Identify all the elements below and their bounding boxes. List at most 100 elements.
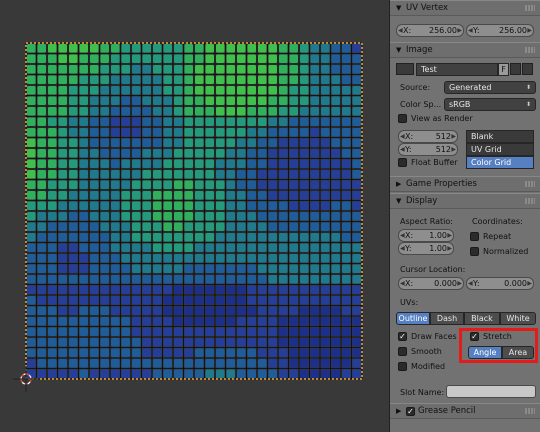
- uv-face: [258, 65, 267, 74]
- uv-vertex-header[interactable]: ▼ UV Vertex: [390, 0, 540, 16]
- uv-face: [310, 54, 319, 63]
- uv-face: [279, 201, 288, 210]
- drag-grip-icon[interactable]: [525, 198, 535, 204]
- uv-face: [279, 296, 288, 305]
- slot-name-field[interactable]: [446, 385, 536, 398]
- gen-type-uv-grid[interactable]: UV Grid: [466, 143, 534, 156]
- decrement-arrow-icon[interactable]: ◀: [400, 131, 405, 142]
- grease-pencil-checkbox[interactable]: ✓: [406, 407, 415, 416]
- decrement-arrow-icon[interactable]: ◀: [398, 25, 403, 36]
- modified-checkbox[interactable]: [398, 362, 407, 371]
- uv-face: [205, 348, 214, 357]
- uv-face: [90, 107, 99, 116]
- uv-face: [27, 233, 36, 242]
- display-header[interactable]: ▼ Display: [390, 193, 540, 209]
- uv-face: [352, 117, 361, 126]
- image-browse-icon[interactable]: [396, 63, 414, 75]
- uv-face: [79, 254, 88, 263]
- uv-face: [331, 254, 340, 263]
- uv-mode-outline[interactable]: Outline: [396, 312, 430, 325]
- gen-type-color-grid[interactable]: Color Grid: [466, 156, 534, 169]
- increment-arrow-icon[interactable]: ▶: [457, 278, 462, 289]
- normalized-checkbox[interactable]: [470, 247, 479, 256]
- unlink-image-icon[interactable]: [522, 63, 533, 75]
- increment-arrow-icon[interactable]: ▶: [447, 230, 452, 241]
- aspect-x-field[interactable]: ◀ X: 1.00 ▶: [398, 229, 454, 242]
- uv-face: [79, 317, 88, 326]
- decrement-arrow-icon[interactable]: ◀: [400, 144, 405, 155]
- increment-arrow-icon[interactable]: ▶: [527, 278, 532, 289]
- uv-face: [27, 159, 36, 168]
- uv-face: [153, 138, 162, 147]
- colorspace-dropdown[interactable]: sRGB ⬍: [444, 98, 536, 111]
- uv-face: [331, 180, 340, 189]
- uv-editor-viewport[interactable]: [0, 0, 389, 432]
- uv-mode-white[interactable]: White: [500, 312, 536, 325]
- decrement-arrow-icon[interactable]: ◀: [400, 278, 405, 289]
- decrement-arrow-icon[interactable]: ◀: [468, 25, 473, 36]
- 2d-cursor-icon[interactable]: [13, 366, 39, 392]
- increment-arrow-icon[interactable]: ▶: [451, 144, 456, 155]
- uv-face: [268, 264, 277, 273]
- uv-face: [58, 149, 67, 158]
- drag-grip-icon[interactable]: [525, 5, 535, 11]
- increment-arrow-icon[interactable]: ▶: [457, 25, 462, 36]
- collapse-triangle-icon: ▼: [396, 4, 402, 12]
- uv-mode-black[interactable]: Black: [464, 312, 500, 325]
- cursor-x-field[interactable]: ◀ X: 0.000 ▶: [398, 277, 464, 290]
- new-image-icon[interactable]: [510, 63, 521, 75]
- game-properties-header[interactable]: ▶ Game Properties: [390, 176, 540, 192]
- uv-face: [90, 191, 99, 200]
- aspect-y-field[interactable]: ◀ Y: 1.00 ▶: [398, 242, 454, 255]
- source-dropdown[interactable]: Generated ⬍: [444, 81, 536, 94]
- uv-face: [279, 96, 288, 105]
- repeat-checkbox[interactable]: [470, 232, 479, 241]
- uv-face: [163, 222, 172, 231]
- uv-mesh-canvas[interactable]: [0, 0, 389, 432]
- grease-pencil-header[interactable]: ▶ ✓ Grease Pencil: [390, 403, 540, 419]
- uv-face: [216, 96, 225, 105]
- uv-vertex-y-field[interactable]: ◀ Y: 256.00 ▶: [466, 24, 534, 37]
- source-label: Source:: [400, 83, 431, 92]
- uv-face: [111, 180, 120, 189]
- uv-face: [279, 306, 288, 315]
- image-width-field[interactable]: ◀ X: 512 ▶: [398, 130, 458, 143]
- drag-grip-icon[interactable]: [525, 181, 535, 187]
- draw-faces-checkbox[interactable]: ✓: [398, 332, 407, 341]
- drag-grip-icon[interactable]: [525, 47, 535, 53]
- drag-grip-icon[interactable]: [525, 408, 535, 414]
- increment-arrow-icon[interactable]: ▶: [447, 243, 452, 254]
- uv-face: [279, 107, 288, 116]
- image-header[interactable]: ▼ Image: [390, 42, 540, 58]
- cursor-y-field[interactable]: ◀ Y: 0.000 ▶: [466, 277, 534, 290]
- uv-vertex-x-field[interactable]: ◀ X: 256.00 ▶: [396, 24, 464, 37]
- increment-arrow-icon[interactable]: ▶: [451, 131, 456, 142]
- uv-face: [321, 44, 330, 53]
- uv-face: [90, 296, 99, 305]
- uv-face: [216, 191, 225, 200]
- image-name-field[interactable]: Test: [416, 63, 498, 76]
- float-buffer-checkbox[interactable]: [398, 158, 407, 167]
- uv-face: [342, 275, 351, 284]
- decrement-arrow-icon[interactable]: ◀: [400, 230, 405, 241]
- view-as-render-checkbox[interactable]: [398, 114, 407, 123]
- decrement-arrow-icon[interactable]: ◀: [468, 278, 473, 289]
- smooth-checkbox[interactable]: [398, 347, 407, 356]
- uv-face: [153, 254, 162, 263]
- uv-face: [237, 275, 246, 284]
- uv-face: [111, 117, 120, 126]
- uv-face: [205, 170, 214, 179]
- uv-face: [153, 359, 162, 368]
- increment-arrow-icon[interactable]: ▶: [527, 25, 532, 36]
- uv-face: [205, 254, 214, 263]
- decrement-arrow-icon[interactable]: ◀: [400, 243, 405, 254]
- gen-type-blank[interactable]: Blank: [466, 130, 534, 143]
- uv-face: [79, 338, 88, 347]
- image-height-field[interactable]: ◀ Y: 512 ▶: [398, 143, 458, 156]
- uv-face: [300, 96, 309, 105]
- uv-face: [321, 212, 330, 221]
- uv-face: [279, 285, 288, 294]
- uv-mode-dash[interactable]: Dash: [430, 312, 464, 325]
- uv-face: [279, 338, 288, 347]
- fake-user-button[interactable]: F: [498, 63, 509, 76]
